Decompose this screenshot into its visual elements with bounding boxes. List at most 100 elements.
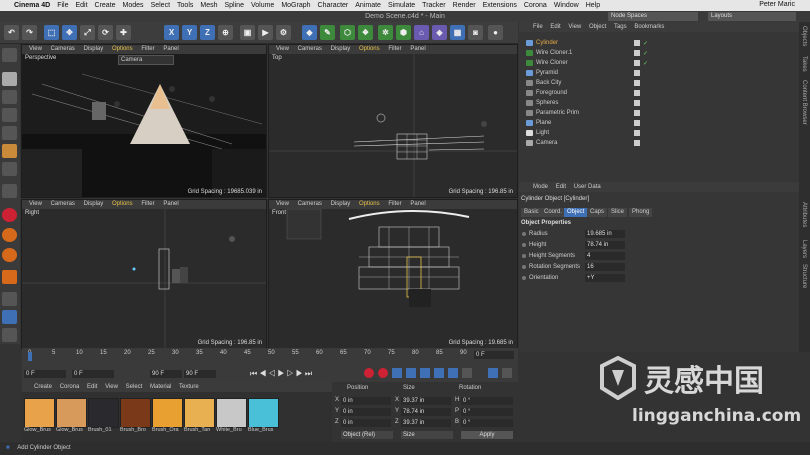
pos-x-field[interactable]: 0 in xyxy=(341,397,391,405)
vp-menu-panel[interactable]: Panel xyxy=(410,201,425,207)
tab-phong[interactable]: Phong xyxy=(629,208,653,217)
make-editable-icon[interactable] xyxy=(2,48,17,62)
vp-menu-panel[interactable]: Panel xyxy=(163,46,178,52)
orientation-dropdown[interactable]: +Y xyxy=(585,274,625,282)
animate-dot-icon[interactable] xyxy=(522,254,526,258)
max-frame-field[interactable]: 90 F xyxy=(150,370,182,378)
snap-icon[interactable] xyxy=(2,208,17,222)
menu-render[interactable]: Render xyxy=(453,2,476,9)
material-swatch[interactable] xyxy=(216,398,247,428)
autokey-icon[interactable] xyxy=(378,368,388,378)
list-item[interactable]: Spheres xyxy=(519,98,799,108)
deformer-icon[interactable]: ⬢ xyxy=(396,25,411,40)
visibility-icon[interactable] xyxy=(634,110,640,116)
vp-menu-panel[interactable]: Panel xyxy=(410,46,425,52)
om-menu-edit[interactable]: Edit xyxy=(550,24,560,30)
render-to-picture-viewer-icon[interactable]: ▶ xyxy=(258,25,273,40)
next-frame-icon[interactable]: ▷ xyxy=(287,369,296,378)
prev-key-icon[interactable]: ◀ xyxy=(259,369,268,378)
radius-field[interactable]: 19.685 in xyxy=(585,230,625,238)
effector-icon[interactable]: ✲ xyxy=(378,25,393,40)
vp-menu-view[interactable]: View xyxy=(276,201,289,207)
cloner-icon[interactable]: ❖ xyxy=(358,25,373,40)
menu-character[interactable]: Character xyxy=(318,2,349,9)
om-menu-object[interactable]: Object xyxy=(589,24,606,30)
rot-h-field[interactable]: 0 ° xyxy=(461,397,513,405)
render-settings-icon[interactable]: ⚙ xyxy=(276,25,291,40)
subdivision-icon[interactable]: ⬡ xyxy=(340,25,355,40)
mat-menu-view[interactable]: View xyxy=(105,384,118,390)
key-pla-icon[interactable] xyxy=(462,368,472,378)
tab-structure[interactable]: Structure xyxy=(801,264,807,288)
list-item[interactable]: Pyramid xyxy=(519,68,799,78)
vp-menu-cameras[interactable]: Cameras xyxy=(51,201,75,207)
viewport-perspective[interactable]: View Cameras Display Options Filter Pane… xyxy=(21,44,267,198)
coordinate-mode-dropdown[interactable]: Object (Rel) xyxy=(341,431,393,439)
vp-menu-view[interactable]: View xyxy=(29,201,42,207)
visibility-icon[interactable] xyxy=(634,90,640,96)
goto-end-icon[interactable]: ⏭ xyxy=(305,369,314,378)
current-frame-field[interactable]: 0 F xyxy=(474,351,514,359)
node-spaces-dropdown[interactable]: Node Spaces xyxy=(608,12,698,21)
undo-icon[interactable]: ↶ xyxy=(4,25,19,40)
polygons-mode-icon[interactable] xyxy=(2,144,17,158)
app-menu[interactable]: Cinema 4D xyxy=(14,2,50,9)
size-z-field[interactable]: 39.37 in xyxy=(401,419,451,427)
vp-menu-cameras[interactable]: Cameras xyxy=(298,201,322,207)
menu-spline[interactable]: Spline xyxy=(225,2,244,9)
menu-select[interactable]: Select xyxy=(151,2,170,9)
list-item[interactable]: Foreground xyxy=(519,88,799,98)
next-key-icon[interactable]: ▶ xyxy=(296,369,305,378)
keyframe-selection-icon[interactable] xyxy=(392,368,402,378)
recent-tool-icon[interactable]: ✚ xyxy=(116,25,131,40)
visibility-icon[interactable] xyxy=(634,80,640,86)
menu-tracker[interactable]: Tracker xyxy=(422,2,445,9)
om-menu-bookmarks[interactable]: Bookmarks xyxy=(634,24,664,30)
vp-menu-cameras[interactable]: Cameras xyxy=(298,46,322,52)
model-mode-icon[interactable] xyxy=(2,72,17,86)
pen-icon[interactable]: ✎ xyxy=(320,25,335,40)
menu-help[interactable]: Help xyxy=(586,2,600,9)
tab-caps[interactable]: Caps xyxy=(587,208,608,217)
menu-mograph[interactable]: MoGraph xyxy=(281,2,310,9)
layer-icon[interactable] xyxy=(2,310,17,324)
scale-tool-icon[interactable]: ⤢ xyxy=(80,25,95,40)
visibility-icon[interactable] xyxy=(634,60,640,66)
list-item[interactable]: Light xyxy=(519,128,799,138)
start-frame-field[interactable]: 0 F xyxy=(24,370,66,378)
menu-window[interactable]: Window xyxy=(554,2,579,9)
tab-attributes[interactable]: Attributes xyxy=(801,202,807,227)
environment-icon[interactable]: ⌂ xyxy=(414,25,429,40)
tab-content-browser[interactable]: Content Browser xyxy=(801,80,807,125)
timeline[interactable]: 051015202530354045505560657075808590 0 F… xyxy=(22,348,518,382)
visibility-icon[interactable] xyxy=(634,50,640,56)
render-view-icon[interactable]: ▣ xyxy=(240,25,255,40)
tab-slice[interactable]: Slice xyxy=(608,208,628,217)
vp-menu-view[interactable]: View xyxy=(29,46,42,52)
sculpt-icon[interactable] xyxy=(2,292,17,306)
rot-p-field[interactable]: 0 ° xyxy=(461,408,513,416)
am-menu-mode[interactable]: Mode xyxy=(533,184,548,190)
viewport-front[interactable]: View Cameras Display Options Filter Pane… xyxy=(268,199,518,349)
menu-edit[interactable]: Edit xyxy=(75,2,87,9)
animate-dot-icon[interactable] xyxy=(522,232,526,236)
axis-mode-icon[interactable] xyxy=(2,162,17,176)
rotation-segments-field[interactable]: 16 xyxy=(585,263,625,271)
visibility-icon[interactable] xyxy=(634,120,640,126)
material-swatch[interactable] xyxy=(120,398,151,428)
timeline-menu-icon[interactable] xyxy=(502,368,512,378)
vp-menu-filter[interactable]: Filter xyxy=(388,201,401,207)
vp-menu-options[interactable]: Options xyxy=(112,46,133,52)
material-swatch[interactable] xyxy=(24,398,55,428)
visibility-icon[interactable] xyxy=(634,130,640,136)
vp-menu-filter[interactable]: Filter xyxy=(141,201,154,207)
key-scale-icon[interactable] xyxy=(420,368,430,378)
vp-menu-display[interactable]: Display xyxy=(331,201,351,207)
menu-modes[interactable]: Modes xyxy=(123,2,144,9)
menu-mesh[interactable]: Mesh xyxy=(200,2,217,9)
animate-dot-icon[interactable] xyxy=(522,243,526,247)
points-mode-icon[interactable] xyxy=(2,108,17,122)
pos-y-field[interactable]: 0 in xyxy=(341,408,391,416)
min-frame-field[interactable]: 0 F xyxy=(72,370,114,378)
menu-simulate[interactable]: Simulate xyxy=(388,2,415,9)
